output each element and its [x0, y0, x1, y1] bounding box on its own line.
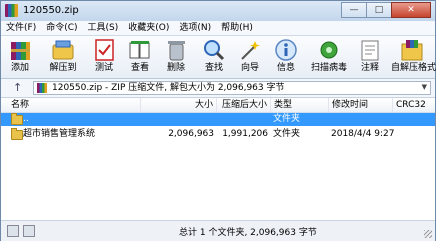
resize-grip[interactable]	[424, 230, 432, 238]
address-bar: ↑ 120550.zip - ZIP 压缩文件, 解包大小为 2,096,963…	[1, 79, 435, 98]
extract-to-label: 解压到	[49, 63, 77, 73]
item-size: 2,096,963	[168, 129, 214, 139]
archive-window: 120550.zip — □ ✕ 文件(F) 命令(C) 工具(S) 收藏夹(O…	[0, 0, 436, 241]
menu-file[interactable]: 文件(F)	[1, 21, 41, 35]
list-item[interactable]: .. 文件夹	[1, 113, 435, 126]
add-button[interactable]: 添加	[3, 37, 37, 77]
delete-button[interactable]: 删除	[159, 37, 193, 77]
comment-button[interactable]: 注释	[353, 37, 387, 77]
menu-commands[interactable]: 命令(C)	[41, 21, 82, 35]
info-icon	[273, 38, 299, 62]
virus-scan-icon	[316, 38, 342, 62]
maximize-button[interactable]: □	[366, 2, 392, 18]
virus-scan-button[interactable]: 扫描病毒	[309, 37, 349, 77]
col-type[interactable]: 类型	[271, 98, 329, 112]
comment-label: 注释	[360, 63, 379, 73]
comment-icon	[357, 38, 383, 62]
list-item[interactable]: 超市销售管理系统 2,096,963 1,991,206 文件夹 2018/4/…	[1, 128, 435, 141]
folder-icon	[11, 128, 23, 140]
sfx-icon	[399, 38, 425, 62]
item-name: 超市销售管理系统	[23, 129, 96, 139]
item-name: ..	[23, 114, 29, 124]
col-crc32[interactable]: CRC32	[393, 98, 435, 112]
info-label: 信息	[276, 63, 295, 73]
view-icon	[127, 38, 153, 62]
chevron-down-icon[interactable]: ▼	[422, 83, 427, 91]
menu-options[interactable]: 选项(N)	[174, 21, 216, 35]
extract-to-icon	[50, 38, 76, 62]
status-bar: 总计 1 个文件夹, 2,096,963 字节	[1, 220, 435, 241]
disk-icon[interactable]	[7, 225, 19, 237]
col-packed-size[interactable]: 压缩后大小	[217, 98, 271, 112]
up-level-icon[interactable]: ↑	[13, 81, 22, 94]
col-modified[interactable]: 修改时间	[329, 98, 393, 112]
find-label: 查找	[204, 63, 223, 73]
file-list-header: 名称 大小 压缩后大小 类型 修改时间 CRC32	[1, 98, 435, 113]
folder-icon	[11, 113, 23, 125]
archive-path-text: 120550.zip - ZIP 压缩文件, 解包大小为 2,096,963 字…	[52, 83, 285, 93]
view-label: 查看	[130, 63, 149, 73]
find-icon	[201, 38, 227, 62]
col-name[interactable]: 名称	[1, 98, 141, 112]
wizard-button[interactable]: 向导	[233, 37, 267, 77]
delete-label: 删除	[166, 63, 185, 73]
lock-icon[interactable]	[23, 225, 35, 237]
test-icon	[91, 38, 117, 62]
close-button[interactable]: ✕	[391, 2, 431, 18]
test-button[interactable]: 测试	[87, 37, 121, 77]
status-text: 总计 1 个文件夹, 2,096,963 字节	[179, 228, 317, 238]
title-bar[interactable]: 120550.zip — □ ✕	[1, 1, 435, 21]
extract-to-button[interactable]: 解压到	[43, 37, 83, 77]
delete-icon	[163, 38, 189, 62]
item-modified: 2018/4/4 9:27	[331, 129, 395, 139]
wizard-icon	[237, 38, 263, 62]
archive-path-field[interactable]: 120550.zip - ZIP 压缩文件, 解包大小为 2,096,963 字…	[33, 81, 431, 95]
menu-bar: 文件(F) 命令(C) 工具(S) 收藏夹(O) 选项(N) 帮助(H)	[1, 21, 435, 36]
test-label: 测试	[94, 63, 113, 73]
sfx-label: 自解压格式	[391, 63, 436, 73]
minimize-button[interactable]: —	[341, 2, 367, 18]
item-type: 文件夹	[273, 129, 301, 139]
file-list: 名称 大小 压缩后大小 类型 修改时间 CRC32 .. 文件夹 超市销售管理系…	[1, 98, 435, 220]
sfx-button[interactable]: 自解压格式	[391, 37, 436, 77]
col-size[interactable]: 大小	[141, 98, 217, 112]
info-button[interactable]: 信息	[269, 37, 303, 77]
window-title: 120550.zip	[23, 5, 79, 16]
virus-scan-label: 扫描病毒	[310, 63, 347, 73]
view-button[interactable]: 查看	[123, 37, 157, 77]
find-button[interactable]: 查找	[197, 37, 231, 77]
item-packed-size: 1,991,206	[222, 129, 268, 139]
menu-tools[interactable]: 工具(S)	[83, 21, 124, 35]
winrar-app-icon	[5, 4, 18, 17]
menu-favorites[interactable]: 收藏夹(O)	[123, 21, 174, 35]
add-archive-icon	[7, 38, 33, 62]
item-type: 文件夹	[273, 114, 301, 124]
zip-file-icon	[37, 83, 47, 93]
toolbar: 添加 解压到 测试 查看 删除 查找 向导 信息 扫描病毒 注释 自解压格式	[1, 36, 436, 79]
menu-help[interactable]: 帮助(H)	[216, 21, 258, 35]
add-label: 添加	[10, 63, 29, 73]
wizard-label: 向导	[240, 63, 259, 73]
